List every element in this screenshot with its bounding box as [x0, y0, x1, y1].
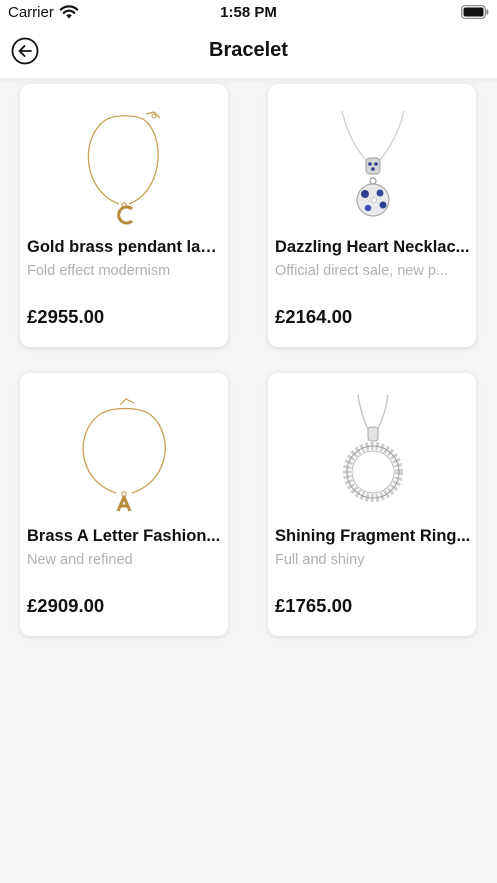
product-card[interactable]: Dazzling Heart Necklac... Official direc…	[268, 84, 476, 347]
clock: 1:58 PM	[220, 4, 277, 21]
product-price: £1765.00	[275, 595, 353, 616]
status-bar: Carrier 1:58 PM	[0, 0, 497, 26]
product-name: Gold brass pendant lad...	[27, 238, 223, 256]
product-description: Fold effect modernism	[27, 263, 171, 279]
product-name: Dazzling Heart Necklac...	[275, 238, 470, 256]
product-name: Brass A Letter Fashion...	[27, 527, 221, 545]
product-card[interactable]: Gold brass pendant lad... Fold effect mo…	[20, 84, 228, 347]
product-price: £2164.00	[275, 306, 353, 327]
page-title: Bracelet	[209, 39, 288, 61]
product-description: Official direct sale, new p...	[275, 263, 449, 279]
silver-ring-pendant-image	[343, 394, 403, 502]
product-price: £2955.00	[27, 306, 105, 327]
nav-bar: Bracelet	[0, 26, 497, 78]
product-description: Full and shiny	[275, 552, 365, 568]
gold-pendant-c-necklace-image	[87, 111, 161, 225]
product-name: Shining Fragment Ring...	[275, 527, 471, 545]
product-card[interactable]: Shining Fragment Ring... Full and shiny …	[268, 373, 476, 636]
gold-letter-a-necklace-image	[82, 398, 166, 512]
silver-blue-heart-pendant-image	[341, 110, 405, 217]
product-card[interactable]: Brass A Letter Fashion... New and refine…	[20, 373, 228, 636]
battery-icon	[461, 5, 489, 19]
product-description: New and refined	[27, 552, 133, 568]
product-price: £2909.00	[27, 595, 105, 616]
